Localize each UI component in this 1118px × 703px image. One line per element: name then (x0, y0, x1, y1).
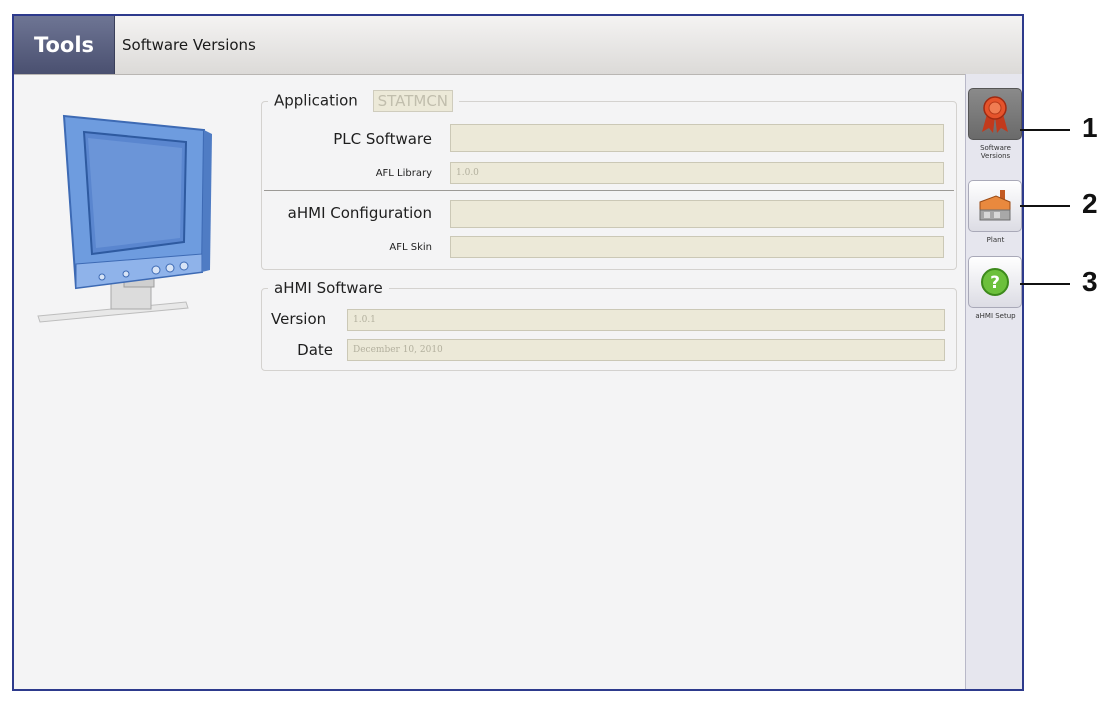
date-label: Date (297, 341, 333, 359)
version-field: 1.0.1 (347, 309, 945, 331)
sidebar-item-label: aHMI Setup (975, 312, 1016, 320)
sidebar-item-plant[interactable] (968, 180, 1022, 232)
monitor-illustration (36, 94, 236, 324)
callout-line-1 (1020, 129, 1070, 131)
callout-number-2: 2 (1082, 188, 1098, 219)
ahmi-configuration-field (450, 200, 944, 228)
ahmi-configuration-label: aHMI Configuration (287, 204, 432, 222)
ahmi-software-legend: aHMI Software (274, 279, 383, 297)
date-field: December 10, 2010 (347, 339, 945, 361)
svg-text:?: ? (990, 273, 1000, 293)
help-icon: ? (981, 268, 1009, 296)
sidebar-item-ahmi-setup[interactable]: ? (968, 256, 1022, 308)
tools-tab[interactable]: Tools (14, 16, 115, 74)
sidebar-item-software-versions[interactable] (968, 88, 1022, 140)
title-bar: Tools Software Versions (14, 16, 1022, 75)
callout-line-3 (1020, 283, 1070, 285)
plc-software-label: PLC Software (333, 130, 432, 148)
page-title: Software Versions (122, 36, 256, 54)
callout-number-1: 1 (1082, 112, 1098, 143)
award-ribbon-icon (982, 96, 1008, 133)
version-label: Version (271, 310, 327, 328)
section-divider (264, 190, 954, 191)
application-legend: Application STATMCN (268, 90, 459, 112)
afl-skin-field (450, 236, 944, 258)
sidebar-item-label: Plant (986, 236, 1005, 244)
afl-skin-label: AFL Skin (389, 242, 432, 253)
application-name-value: STATMCN (372, 90, 454, 112)
callout-line-2 (1020, 205, 1070, 207)
plc-software-field (450, 124, 944, 152)
callout-number-3: 3 (1082, 266, 1098, 297)
factory-icon (979, 190, 1011, 221)
application-label: Application (274, 91, 358, 110)
afl-library-label: AFL Library (375, 168, 432, 179)
sidebar-item-label: Software Versions (980, 144, 1011, 160)
sidebar: Software Versions Plant ? aHMI Setup (965, 74, 1022, 689)
app-window: Tools Software Versions Application STAT… (12, 14, 1024, 691)
afl-library-field: 1.0.0 (450, 162, 944, 184)
